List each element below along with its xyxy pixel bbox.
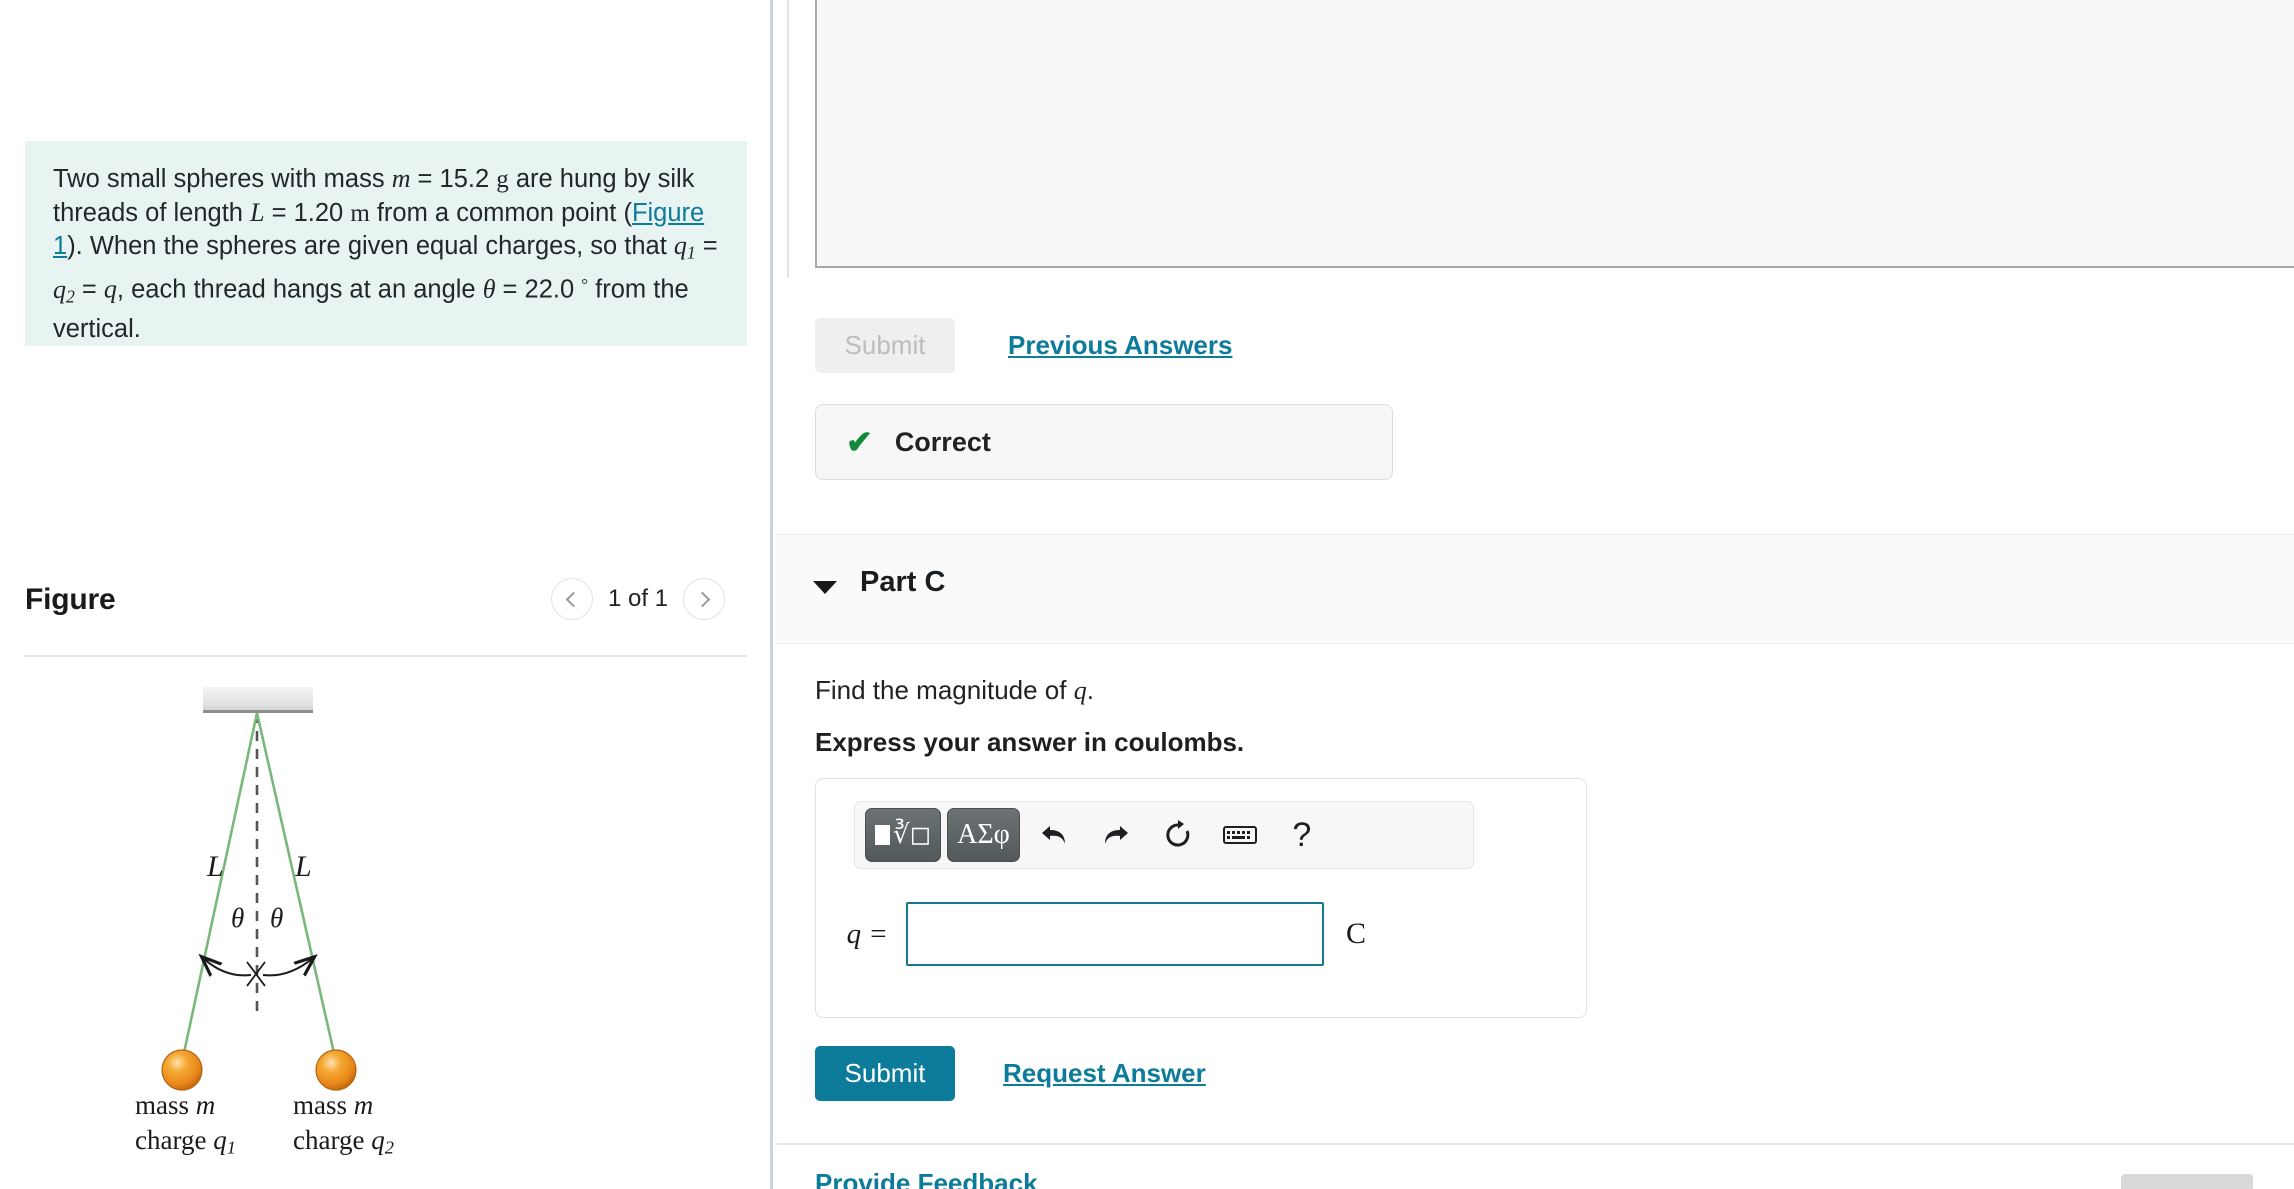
thread-right xyxy=(255,712,338,1063)
symbol-L: L xyxy=(250,197,265,227)
undo-icon[interactable] xyxy=(1026,808,1082,862)
problem-statement-box: Two small spheres with mass m = 15.2 g a… xyxy=(25,141,747,346)
figure-diagram: L L θ θ mass m charge q1 mass m charge q… xyxy=(25,670,747,1170)
problem-text-segment-3: = 1.20 m from a common point ( xyxy=(264,198,632,227)
angle-arc-right xyxy=(262,958,313,975)
problem-page: Two small spheres with mass m = 15.2 g a… xyxy=(0,0,2294,1189)
answer-entry-card: ∛◻ ΑΣφ ? q = C xyxy=(815,778,1587,1018)
caret-down-icon[interactable] xyxy=(813,581,837,594)
status-badge: Correct xyxy=(894,426,991,457)
check-icon: ✔ xyxy=(846,424,873,460)
problem-text-segment-4: ). When the spheres are given equal char… xyxy=(67,232,674,261)
part-c-instruction: Express your answer in coulombs. xyxy=(815,727,1245,757)
question-symbol-q: q xyxy=(1073,676,1087,705)
part-c-actions: Submit Request Answer xyxy=(815,1046,1206,1101)
math-toolbar: ∛◻ ΑΣφ ? xyxy=(854,801,1474,869)
problem-statement-text: Two small spheres with mass m = 15.2 g a… xyxy=(53,163,719,345)
part-c-question: Find the magnitude of q. xyxy=(815,675,1094,706)
left-panel: Two small spheres with mass m = 15.2 g a… xyxy=(0,0,770,1189)
figure-label-mass-right: mass m xyxy=(293,1090,374,1120)
answer-unit-label: C xyxy=(1346,917,1367,950)
ceiling-bar xyxy=(203,687,313,712)
pendulum-diagram-svg xyxy=(161,687,357,1091)
reset-icon[interactable] xyxy=(1150,808,1206,862)
symbol-q: q xyxy=(103,274,117,304)
figure-title: Figure xyxy=(25,583,116,616)
previous-answer-outer-line xyxy=(787,0,789,278)
help-icon[interactable]: ? xyxy=(1274,808,1330,862)
problem-text-segment-5: , each thread hangs at an angle xyxy=(116,275,483,304)
part-c-title: Part C xyxy=(860,566,946,598)
sphere-right xyxy=(315,1049,357,1091)
symbol-q1: q1 xyxy=(673,231,696,263)
greek-symbols-button[interactable]: ΑΣφ xyxy=(947,808,1020,862)
figure-counter: 1 of 1 xyxy=(607,585,668,612)
chevron-left-icon xyxy=(566,591,582,607)
template-sqrt-button[interactable]: ∛◻ xyxy=(865,808,942,862)
problem-text-segment-1: Two small spheres with mass xyxy=(53,165,392,193)
figure-header: Figure 1 of 1 xyxy=(25,578,747,650)
template-box-icon xyxy=(875,825,890,845)
figure-label-theta-right: θ xyxy=(270,903,284,933)
figure-divider xyxy=(25,655,747,657)
figure-label-L-left: L xyxy=(207,850,224,883)
eq-sign-1: = xyxy=(695,232,718,261)
keyboard-icon[interactable] xyxy=(1212,808,1268,862)
angle-arc-left xyxy=(203,958,252,975)
question-suffix: . xyxy=(1086,675,1094,705)
previous-answer-panel xyxy=(815,0,2294,268)
figure-label-mass-left: mass m xyxy=(135,1090,216,1120)
figure-label-charge-right: charge q2 xyxy=(293,1125,394,1158)
symbol-m: m xyxy=(391,164,411,193)
chevron-right-icon xyxy=(694,591,710,607)
question-prefix: Find the magnitude of xyxy=(815,675,1074,705)
request-answer-link[interactable]: Request Answer xyxy=(1003,1058,1206,1089)
figure-navigation: 1 of 1 xyxy=(550,578,725,620)
eq-sign-2: = xyxy=(74,275,104,304)
figure-prev-button[interactable] xyxy=(550,578,593,620)
right-panel: Review | Constants Submit Previous Answe… xyxy=(773,0,2294,1189)
answer-input-row: q = C xyxy=(816,889,1586,979)
answer-input[interactable] xyxy=(906,902,1324,966)
help-label: ? xyxy=(1292,815,1312,854)
figure-label-L-right: L xyxy=(295,850,312,883)
answer-variable-label: q = xyxy=(846,917,888,950)
previous-answers-link[interactable]: Previous Answers xyxy=(1008,330,1232,361)
figure-label-charge-left: charge q1 xyxy=(135,1125,236,1158)
submit-button[interactable]: Submit xyxy=(815,1046,955,1101)
previous-part-actions: Submit Previous Answers xyxy=(815,318,1232,373)
redo-icon[interactable] xyxy=(1088,808,1144,862)
symbol-q2: q2 xyxy=(53,274,75,307)
correct-status-box: ✔ Correct xyxy=(815,404,1393,480)
greek-symbols-label: ΑΣφ xyxy=(957,819,1010,850)
thread-left xyxy=(180,712,259,1063)
footer-divider xyxy=(775,1143,2294,1145)
symbol-theta: θ xyxy=(482,274,496,304)
part-c-header-band[interactable]: Part C xyxy=(775,534,2294,644)
figure-next-button[interactable] xyxy=(683,578,725,620)
ceiling-edge xyxy=(203,710,313,713)
template-sqrt-icon: ∛◻ xyxy=(893,820,932,849)
provide-feedback-link[interactable]: Provide Feedback xyxy=(815,1168,1038,1189)
figure-label-theta-left: θ xyxy=(231,903,245,933)
problem-text-segment-6: = 22.0 xyxy=(495,275,582,304)
previous-submit-button: Submit xyxy=(815,318,955,373)
sphere-left xyxy=(161,1049,203,1091)
footer-gray-button[interactable] xyxy=(2121,1174,2253,1189)
